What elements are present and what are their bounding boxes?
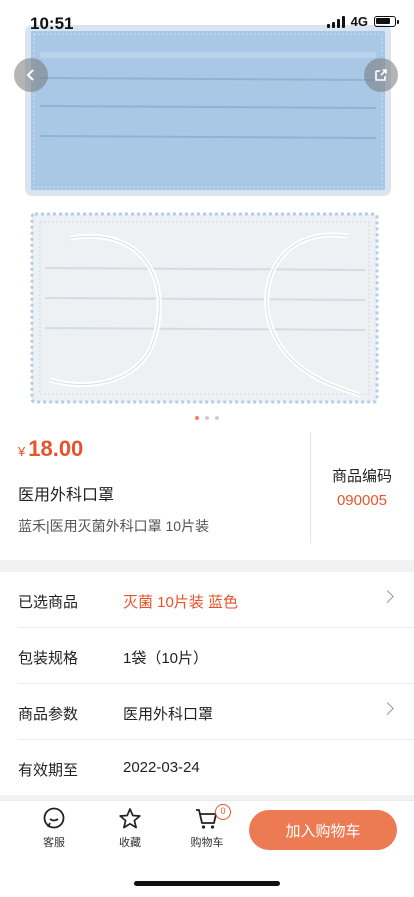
- add-to-cart-button[interactable]: 加入购物车: [249, 810, 397, 850]
- spec-label: 已选商品: [18, 594, 79, 611]
- status-indicators: 4G: [326, 14, 399, 29]
- status-bar: 10:51 4G: [0, 0, 414, 44]
- spec-label: 包装规格: [18, 650, 79, 667]
- network-type: 4G: [350, 14, 368, 29]
- tab-label: 客服: [43, 837, 65, 849]
- favorite-button[interactable]: 收藏: [100, 806, 160, 850]
- chevron-right-icon: [381, 702, 394, 715]
- mask-photo: [25, 25, 391, 404]
- spec-label: 商品参数: [18, 706, 79, 723]
- star-icon: [119, 808, 141, 829]
- spec-label: 有效期至: [18, 762, 79, 779]
- product-image[interactable]: [0, 0, 414, 410]
- cart-button[interactable]: 0 购物车: [177, 804, 237, 850]
- back-button[interactable]: [14, 58, 48, 92]
- carousel-dot[interactable]: [205, 416, 209, 420]
- customer-service-button[interactable]: 客服: [24, 806, 84, 850]
- spec-value: 2022-03-24: [123, 759, 200, 776]
- chevron-right-icon: [381, 590, 394, 603]
- spec-row-expiry: 有效期至 2022-03-24: [18, 740, 414, 795]
- product-subtitle: 蓝禾|医用灭菌外科口罩 10片装: [18, 518, 210, 534]
- share-icon: [375, 69, 387, 81]
- carousel-dot[interactable]: [215, 416, 219, 420]
- product-code-value: 090005: [336, 492, 388, 509]
- divider: [310, 432, 311, 543]
- price-amount: 18.00: [28, 436, 84, 461]
- product-name: 医用外科口罩: [18, 487, 115, 504]
- signal-icon: [326, 15, 345, 28]
- spec-value: 医用外科口罩: [123, 706, 214, 723]
- spec-row-package: 包装规格 1袋（10片）: [18, 628, 414, 684]
- currency-symbol: ¥: [18, 444, 26, 459]
- share-button[interactable]: [364, 58, 398, 92]
- carousel-indicator: [0, 416, 414, 420]
- status-time: 10:51: [30, 14, 74, 33]
- spec-list: 已选商品 灭菌 10片装 蓝色 包装规格 1袋（10片） 商品参数 医用外科口罩…: [0, 572, 414, 795]
- tab-label: 收藏: [119, 837, 141, 849]
- chat-icon: [43, 807, 65, 829]
- spec-value: 灭菌 10片装 蓝色: [123, 594, 239, 611]
- spec-row-selected[interactable]: 已选商品 灭菌 10片装 蓝色: [18, 572, 414, 628]
- back-icon: [26, 69, 34, 81]
- cart-count-badge: 0: [215, 804, 231, 820]
- product-code-label: 商品编码: [331, 468, 392, 485]
- home-indicator[interactable]: [134, 881, 280, 886]
- tab-label: 购物车: [190, 837, 224, 849]
- spec-row-params[interactable]: 商品参数 医用外科口罩: [18, 684, 414, 740]
- product-price: ¥18.00: [18, 436, 83, 462]
- spec-value: 1袋（10片）: [123, 650, 209, 667]
- battery-icon: [374, 16, 399, 27]
- carousel-dot[interactable]: [195, 416, 199, 420]
